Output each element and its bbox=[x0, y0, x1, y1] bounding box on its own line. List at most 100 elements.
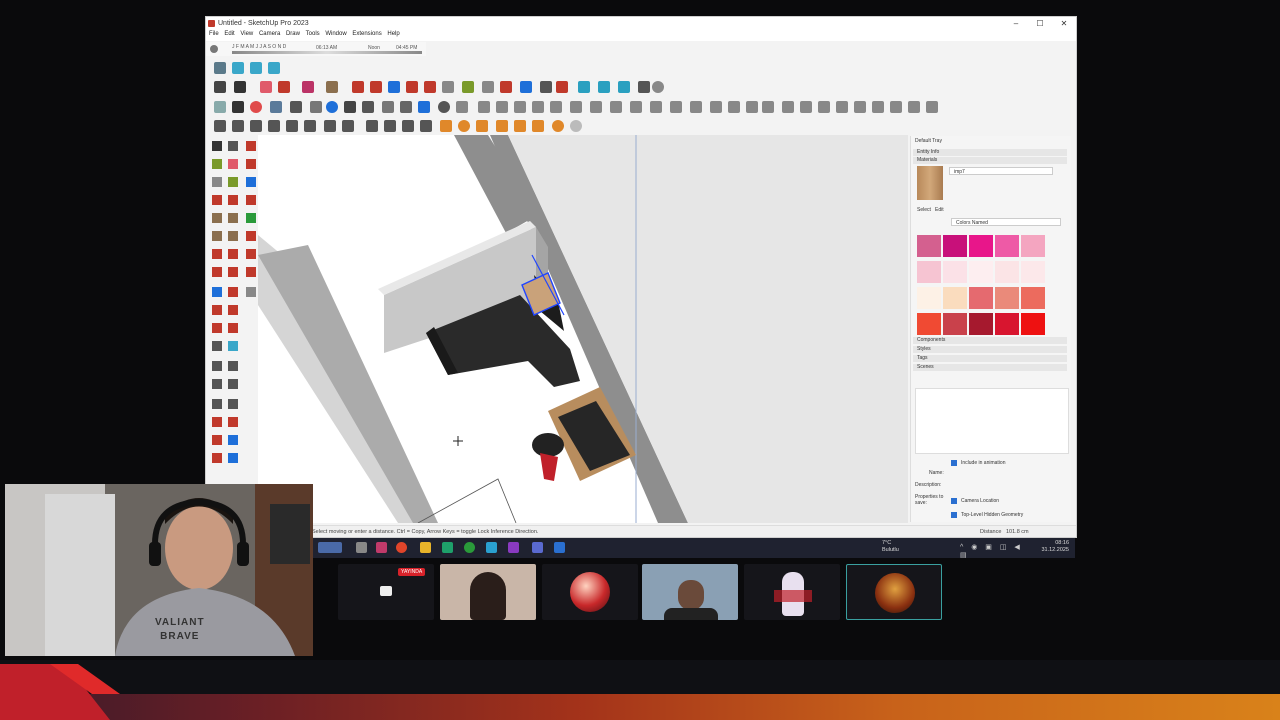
split-icon[interactable] bbox=[570, 101, 582, 113]
color-swatch[interactable] bbox=[943, 287, 967, 309]
light-icon[interactable] bbox=[458, 120, 470, 132]
scale-icon[interactable] bbox=[424, 81, 436, 93]
drape-icon[interactable] bbox=[650, 101, 662, 113]
circle-icon[interactable] bbox=[326, 101, 338, 113]
glow-icon[interactable] bbox=[532, 120, 544, 132]
sandbox-icon[interactable] bbox=[590, 101, 602, 113]
next-view-icon[interactable] bbox=[304, 120, 316, 132]
color-swatch[interactable] bbox=[995, 287, 1019, 309]
guides-icon[interactable] bbox=[890, 101, 902, 113]
pan-icon[interactable] bbox=[520, 81, 532, 93]
section-plane-icon[interactable] bbox=[420, 120, 432, 132]
walk-icon[interactable] bbox=[250, 120, 262, 132]
flame-icon[interactable] bbox=[552, 120, 564, 132]
3d-text-icon[interactable] bbox=[402, 120, 414, 132]
shadow-slider[interactable] bbox=[232, 51, 422, 54]
zoom-tool-icon[interactable] bbox=[540, 81, 552, 93]
axes-tool-icon[interactable] bbox=[384, 120, 396, 132]
eraser-icon[interactable] bbox=[260, 81, 272, 93]
discord-icon[interactable] bbox=[532, 542, 543, 553]
minimize-button[interactable]: – bbox=[1004, 18, 1028, 29]
3d-model-scene[interactable] bbox=[258, 135, 908, 523]
monochrome-icon[interactable] bbox=[818, 101, 830, 113]
warehouse-icon[interactable] bbox=[578, 81, 590, 93]
color-swatch[interactable] bbox=[917, 287, 941, 309]
push-pull-icon[interactable] bbox=[352, 81, 364, 93]
maximize-button[interactable]: ☐ bbox=[1028, 18, 1052, 29]
orbit-icon[interactable] bbox=[500, 81, 512, 93]
color-swatch[interactable] bbox=[943, 313, 967, 335]
color-swatch[interactable] bbox=[969, 261, 993, 283]
hidden-geometry-checkbox[interactable] bbox=[951, 512, 957, 518]
select-icon[interactable] bbox=[234, 81, 246, 93]
orbit-view-icon[interactable] bbox=[214, 120, 226, 132]
rotate-icon[interactable] bbox=[406, 81, 418, 93]
color-swatch[interactable] bbox=[969, 235, 993, 257]
color-swatch[interactable] bbox=[1021, 287, 1045, 309]
select-tab[interactable]: Select bbox=[917, 207, 931, 213]
stop-icon[interactable] bbox=[250, 101, 262, 113]
intersect-icon[interactable] bbox=[496, 101, 508, 113]
upload-icon[interactable] bbox=[418, 101, 430, 113]
look-around-icon[interactable] bbox=[232, 120, 244, 132]
weather-widget[interactable]: 7°C Bulutlu bbox=[882, 540, 899, 554]
menu-edit[interactable]: Edit bbox=[224, 31, 234, 37]
zoom-icon[interactable] bbox=[214, 81, 226, 93]
app-icon-2[interactable] bbox=[442, 542, 453, 553]
top-view-icon[interactable] bbox=[250, 62, 262, 74]
close-button[interactable]: ✕ bbox=[1052, 18, 1076, 29]
menu-help[interactable]: Help bbox=[387, 31, 399, 37]
menu-window[interactable]: Window bbox=[325, 31, 346, 37]
app-icon-3[interactable] bbox=[486, 542, 497, 553]
material-name-field[interactable]: imp7 bbox=[949, 167, 1053, 175]
xbox-icon[interactable] bbox=[464, 542, 475, 553]
app-icon-4[interactable] bbox=[508, 542, 519, 553]
sketchup-taskbar-icon[interactable] bbox=[554, 542, 565, 553]
materials-header[interactable]: Materials bbox=[913, 157, 1067, 164]
shaded-icon[interactable] bbox=[782, 101, 794, 113]
tool-set-icons[interactable] bbox=[206, 135, 258, 485]
render-icon[interactable] bbox=[476, 120, 488, 132]
widgets-icon[interactable] bbox=[318, 542, 342, 553]
style-icon[interactable] bbox=[362, 101, 374, 113]
edit-tab[interactable]: Edit bbox=[935, 207, 944, 213]
styles-header[interactable]: Styles bbox=[913, 346, 1067, 353]
menu-camera[interactable]: Camera bbox=[259, 31, 280, 37]
union-icon[interactable] bbox=[514, 101, 526, 113]
paint-bucket-icon[interactable] bbox=[462, 81, 474, 93]
flip-edge-icon[interactable] bbox=[690, 101, 702, 113]
color-swatch[interactable] bbox=[917, 313, 941, 335]
position-camera-icon[interactable] bbox=[268, 120, 280, 132]
zoom-extents-icon[interactable] bbox=[556, 81, 568, 93]
follow-me-icon[interactable] bbox=[370, 81, 382, 93]
dimension-icon[interactable] bbox=[324, 120, 336, 132]
settings-icon[interactable] bbox=[232, 101, 244, 113]
color-swatch[interactable] bbox=[1021, 313, 1045, 335]
back-edges-icon[interactable] bbox=[728, 101, 740, 113]
color-swatch[interactable] bbox=[943, 235, 967, 257]
arc-icon[interactable] bbox=[302, 81, 314, 93]
app-icon-1[interactable] bbox=[376, 542, 387, 553]
color-swatch[interactable] bbox=[995, 235, 1019, 257]
trim-icon[interactable] bbox=[550, 101, 562, 113]
add-detail-icon[interactable] bbox=[670, 101, 682, 113]
section-cuts-icon[interactable] bbox=[854, 101, 866, 113]
color-swatch[interactable] bbox=[995, 261, 1019, 283]
dot-icon[interactable] bbox=[438, 101, 450, 113]
tags-header[interactable]: Tags bbox=[913, 355, 1067, 362]
front-view-icon[interactable] bbox=[268, 62, 280, 74]
menu-draw[interactable]: Draw bbox=[286, 31, 300, 37]
components-header[interactable]: Components bbox=[913, 337, 1067, 344]
task-view-icon[interactable] bbox=[356, 542, 367, 553]
sections-icon[interactable] bbox=[836, 101, 848, 113]
line-icon[interactable] bbox=[456, 101, 468, 113]
scenes-list[interactable] bbox=[915, 388, 1069, 454]
menu-file[interactable]: File bbox=[209, 31, 219, 37]
new-file-icon[interactable] bbox=[214, 101, 226, 113]
shadow-months[interactable]: J F M A M J J A S O N D bbox=[232, 44, 286, 50]
distance-value-box[interactable]: 101.8 cm bbox=[1006, 529, 1029, 535]
text-icon[interactable] bbox=[366, 120, 378, 132]
xray-icon[interactable] bbox=[710, 101, 722, 113]
textured-icon[interactable] bbox=[800, 101, 812, 113]
extension-manager-icon[interactable] bbox=[638, 81, 650, 93]
